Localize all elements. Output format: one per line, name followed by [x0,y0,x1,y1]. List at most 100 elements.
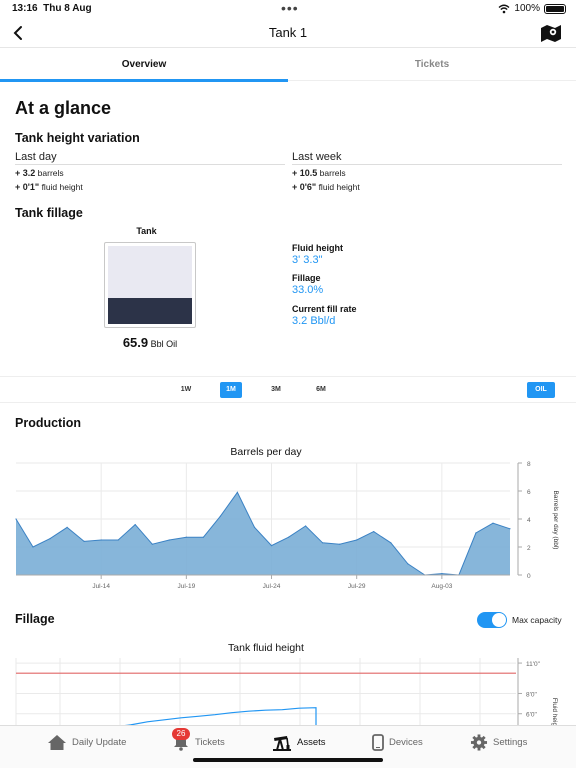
y-tick-label: 11'0" [526,661,541,668]
y-axis-label: Barrels per day (bbl) [552,491,559,550]
data-point [219,515,221,517]
fluid-height-value: 3' 3.3" [292,254,323,266]
page-title: Tank 1 [268,25,308,40]
status-date: Thu 8 Aug [43,3,92,14]
data-point [356,539,358,541]
tab-assets-label: Assets [297,737,326,748]
tab-daily-update[interactable]: Daily Update [47,734,126,751]
data-point [151,543,153,545]
navigation-bar: Tank 1 [0,18,576,48]
max-capacity-toggle[interactable] [477,612,507,628]
last-day-barrels: + 3.2 barrels [15,168,64,178]
tab-devices-label: Devices [389,737,423,748]
tank-volume-value: 65.9 [122,335,149,350]
production-area [16,492,510,575]
divider [15,164,285,165]
divider [292,164,562,165]
tab-assets[interactable]: Assets [272,734,326,751]
tank-label: Tank [136,226,157,236]
last-day-barrels-unit: barrels [37,168,64,178]
data-point [168,539,170,541]
gear-icon [470,734,488,751]
last-week-barrels-value: + 10.5 [292,168,318,178]
range-1w-button[interactable]: 1W [175,382,197,398]
tab-settings-label: Settings [493,737,528,748]
last-week-height-value: + 0'6" [292,182,317,192]
tab-tickets[interactable]: Tickets [288,49,576,81]
data-point [83,540,85,542]
fill-rate-label: Current fill rate [292,304,357,314]
product-oil-button[interactable]: OIL [527,382,555,398]
phone-icon [372,734,384,751]
tank-graphic [104,242,196,328]
toggle-knob [492,613,506,627]
x-tick-label: Jul-14 [92,583,110,590]
multitask-dots-icon[interactable]: ••• [281,0,299,16]
tab-devices[interactable]: Devices [372,734,423,751]
range-6m-button[interactable]: 6M [310,382,332,398]
data-point [492,522,494,524]
data-point [339,543,341,545]
status-time-date: 13:16 Thu 8 Aug [12,3,92,14]
status-time: 13:16 [12,3,38,14]
tab-settings[interactable]: Settings [470,734,527,751]
map-icon[interactable] [540,23,562,43]
data-point [134,524,136,526]
data-point [202,536,204,538]
y-tick-label: 8'0" [526,691,537,698]
x-tick-label: Jul-29 [348,583,366,590]
data-point [185,536,187,538]
data-point [322,542,324,544]
range-3m-button[interactable]: 3M [265,382,287,398]
y-tick-label: 0 [527,573,531,580]
status-right: 100% [498,3,566,14]
data-point [475,532,477,534]
tab-overview[interactable]: Overview [0,49,288,82]
data-point [236,491,238,493]
fluid-height-chart: 6'0" 8'0" 11'0" Fluid heig [15,658,558,725]
y-axis-label: Fluid heig [551,698,558,725]
wifi-icon [498,4,510,13]
data-point [288,536,290,538]
production-heading: Production [15,416,81,430]
tank-volume: 65.9 Bbl Oil [104,335,196,350]
range-1m-button[interactable]: 1M [220,382,242,398]
tab-tickets-bottom-label: Tickets [195,737,225,748]
tank-empty-space [108,246,192,298]
data-point [66,526,68,528]
tickets-count-badge: 26 [172,728,190,740]
fluid-height-label: Fluid height [292,243,343,253]
last-day-label: Last day [15,151,57,163]
home-icon [48,735,66,750]
x-tick-label: Jul-19 [177,583,195,590]
last-week-barrels: + 10.5 barrels [292,168,346,178]
y-tick-label: 6'0" [526,712,537,719]
time-range-selector: 1W 1M 3M 6M OIL [0,376,576,403]
fluid-height-chart-title: Tank fluid height [228,642,304,654]
data-point [100,539,102,541]
fill-rate-value: 3.2 Bbl/d [292,315,336,327]
data-point [32,546,34,548]
last-week-label: Last week [292,151,342,163]
production-chart: 0 2 4 6 8 Jul-14 Jul-19 Jul-24 Jul-29 Aug-03 Barre… [15,461,559,590]
data-point [305,525,307,527]
x-tick-label: Aug-03 [431,583,452,590]
data-point [49,538,51,540]
max-capacity-label: Max capacity [512,615,562,625]
fillage-heading: Fillage [15,612,55,626]
battery-icon [544,3,566,14]
last-day-height-value: + 0'1" [15,182,40,192]
tab-daily-update-label: Daily Update [72,737,127,748]
fillage-label: Fillage [292,273,321,283]
data-point [441,573,443,575]
data-point [407,563,409,565]
last-week-height: + 0'6" fluid height [292,182,360,192]
last-week-barrels-unit: barrels [319,168,346,178]
fillage-value: 33.0% [292,284,324,296]
x-tick-label: Jul-24 [263,583,281,590]
data-point [373,531,375,533]
production-chart-title: Barrels per day [230,446,302,458]
tank-height-variation-heading: Tank height variation [15,131,140,145]
y-tick-label: 2 [527,545,531,552]
data-point [509,528,511,530]
